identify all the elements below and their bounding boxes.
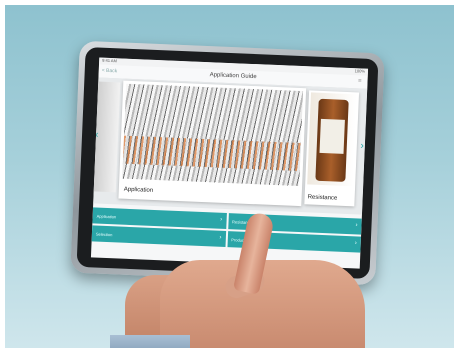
photo-scene: 9:41 AM 100% < Back Application Guide ≡ … (5, 5, 454, 348)
chevron-right-icon: › (219, 216, 223, 223)
menu-icon[interactable]: ≡ (358, 78, 362, 84)
carousel-card-application[interactable]: Application (118, 80, 307, 207)
chemical-bottle-image (307, 92, 357, 187)
chevron-right-icon: › (354, 240, 357, 247)
status-time: 9:41 AM (102, 57, 117, 64)
chevron-right-icon: › (355, 222, 358, 229)
tablet-screen: 9:41 AM 100% < Back Application Guide ≡ … (90, 57, 369, 269)
carousel-card-label: Resistance (307, 194, 338, 202)
tile-label: Selection (95, 231, 113, 238)
chevron-right-icon[interactable]: › (360, 141, 364, 152)
shirt-sleeve (110, 335, 190, 348)
carousel-card-resistance[interactable]: Resistance (304, 90, 360, 207)
status-battery: 100% (354, 68, 366, 74)
textile-machine-image (122, 83, 304, 187)
tablet: 9:41 AM 100% < Back Application Guide ≡ … (70, 40, 385, 286)
tile-selection[interactable]: Selection › (91, 225, 226, 247)
carousel-card-label: Application (123, 186, 154, 194)
tile-label: Application (96, 213, 117, 220)
chevron-right-icon: › (219, 234, 222, 241)
chevron-left-icon[interactable]: ‹ (95, 129, 99, 140)
bottle-label (319, 118, 345, 154)
bottle-icon (315, 98, 349, 182)
menu-tiles: Application › Resistance › Selection › P… (91, 207, 362, 253)
image-carousel[interactable]: Application Resistance ‹ › (93, 77, 368, 215)
